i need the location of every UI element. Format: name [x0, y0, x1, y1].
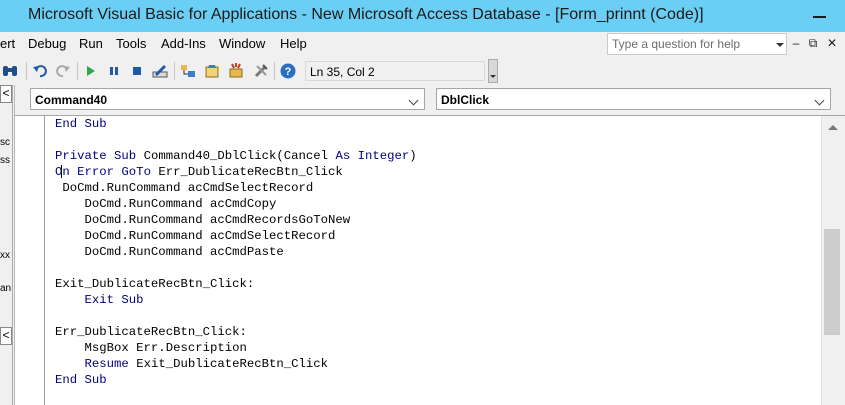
margin-indicator-bar[interactable]: [15, 116, 45, 405]
code-line[interactable]: Exit_DublicateRecBtn_Click:: [55, 276, 254, 292]
object-browser-icon[interactable]: [228, 63, 244, 79]
toolbar-separator: [174, 62, 175, 80]
menu-insert[interactable]: ert: [0, 36, 15, 51]
mdi-restore-button[interactable]: ⧉: [806, 36, 820, 51]
procedure-combobox[interactable]: DblClick: [436, 88, 831, 110]
object-combobox[interactable]: Command40: [30, 88, 425, 110]
scroll-up-arrow-icon[interactable]: [828, 125, 838, 130]
title-bar: Microsoft Visual Basic for Applications …: [0, 0, 845, 32]
code-line[interactable]: DoCmd.RunCommand acCmdPaste: [55, 244, 284, 260]
menu-tools[interactable]: Tools: [116, 36, 146, 51]
code-window: Command40 DblClick End Sub Private Sub C…: [14, 85, 845, 405]
code-editor[interactable]: End Sub Private Sub Command40_DblClick(C…: [15, 115, 845, 405]
code-line[interactable]: Err_DublicateRecBtn_Click:: [55, 324, 247, 340]
window-title: Microsoft Visual Basic for Applications …: [28, 6, 704, 23]
code-line[interactable]: End Sub: [55, 116, 107, 132]
toolbar-separator: [274, 62, 275, 80]
chevron-down-icon[interactable]: [813, 93, 827, 107]
break-icon[interactable]: [106, 63, 122, 79]
menu-debug[interactable]: Debug: [28, 36, 66, 51]
left-panel-text: ss: [0, 155, 10, 166]
vertical-scrollbar[interactable]: [821, 116, 845, 405]
code-line[interactable]: DoCmd.RunCommand acCmdCopy: [55, 196, 277, 212]
undo-icon[interactable]: [32, 63, 48, 79]
mdi-minimize-button[interactable]: –: [789, 36, 803, 50]
left-panel-button[interactable]: <: [0, 85, 12, 103]
left-panel-text: sc: [0, 137, 10, 148]
menu-window[interactable]: Window: [219, 36, 265, 51]
toolbar-separator: [77, 62, 78, 80]
left-panel-button[interactable]: <: [0, 327, 12, 345]
chevron-down-icon[interactable]: [407, 93, 421, 107]
code-area[interactable]: End Sub Private Sub Command40_DblClick(C…: [55, 116, 823, 405]
help-search-box[interactable]: [607, 33, 787, 55]
scrollbar-thumb[interactable]: [824, 229, 840, 335]
toolbar-separator: [26, 62, 27, 80]
code-line[interactable]: DoCmd.RunCommand acCmdSelectRecord: [55, 228, 336, 244]
properties-icon[interactable]: [204, 63, 220, 79]
code-line[interactable]: On Error GoTo Err_DublicateRecBtn_Click: [55, 164, 343, 180]
code-line[interactable]: Resume Exit_DublicateRecBtn_Click: [55, 356, 329, 372]
object-combobox-value: Command40: [35, 93, 108, 107]
menu-help[interactable]: Help: [280, 36, 307, 51]
minimize-button[interactable]: [797, 0, 845, 32]
mdi-close-button[interactable]: ✕: [825, 36, 839, 50]
binoculars-icon[interactable]: [2, 63, 18, 79]
reset-icon[interactable]: [129, 63, 145, 79]
left-panel-text: xx: [0, 250, 10, 261]
code-line[interactable]: End Sub: [55, 372, 107, 388]
code-line[interactable]: MsgBox Err.Description: [55, 340, 247, 356]
cursor-position: Ln 35, Col 2: [305, 61, 485, 81]
svg-text:?: ?: [285, 66, 292, 78]
help-search-input[interactable]: [612, 36, 762, 52]
redo-icon[interactable]: [55, 63, 71, 79]
project-explorer-icon[interactable]: [180, 63, 196, 79]
left-panel-text: an: [0, 283, 12, 294]
help-icon[interactable]: ?: [280, 63, 296, 79]
code-line[interactable]: DoCmd.RunCommand acCmdRecordsGoToNew: [55, 212, 351, 228]
left-panel: < sc ss xx an <: [0, 85, 13, 405]
toolbox-icon[interactable]: [253, 63, 269, 79]
run-icon[interactable]: [83, 63, 99, 79]
menu-add-ins[interactable]: Add-Ins: [161, 36, 206, 51]
menu-run[interactable]: Run: [79, 36, 103, 51]
combo-row: Command40 DblClick: [15, 85, 845, 115]
code-line[interactable]: Private Sub Command40_DblClick(Cancel As…: [55, 148, 417, 164]
help-dropdown-arrow-icon[interactable]: [776, 43, 784, 47]
toolbar-options-button[interactable]: [488, 59, 498, 83]
code-line[interactable]: DoCmd.RunCommand acCmdSelectRecord: [55, 180, 313, 196]
code-line[interactable]: Exit Sub: [55, 292, 144, 308]
design-mode-icon[interactable]: [152, 63, 168, 79]
procedure-combobox-value: DblClick: [441, 93, 490, 107]
